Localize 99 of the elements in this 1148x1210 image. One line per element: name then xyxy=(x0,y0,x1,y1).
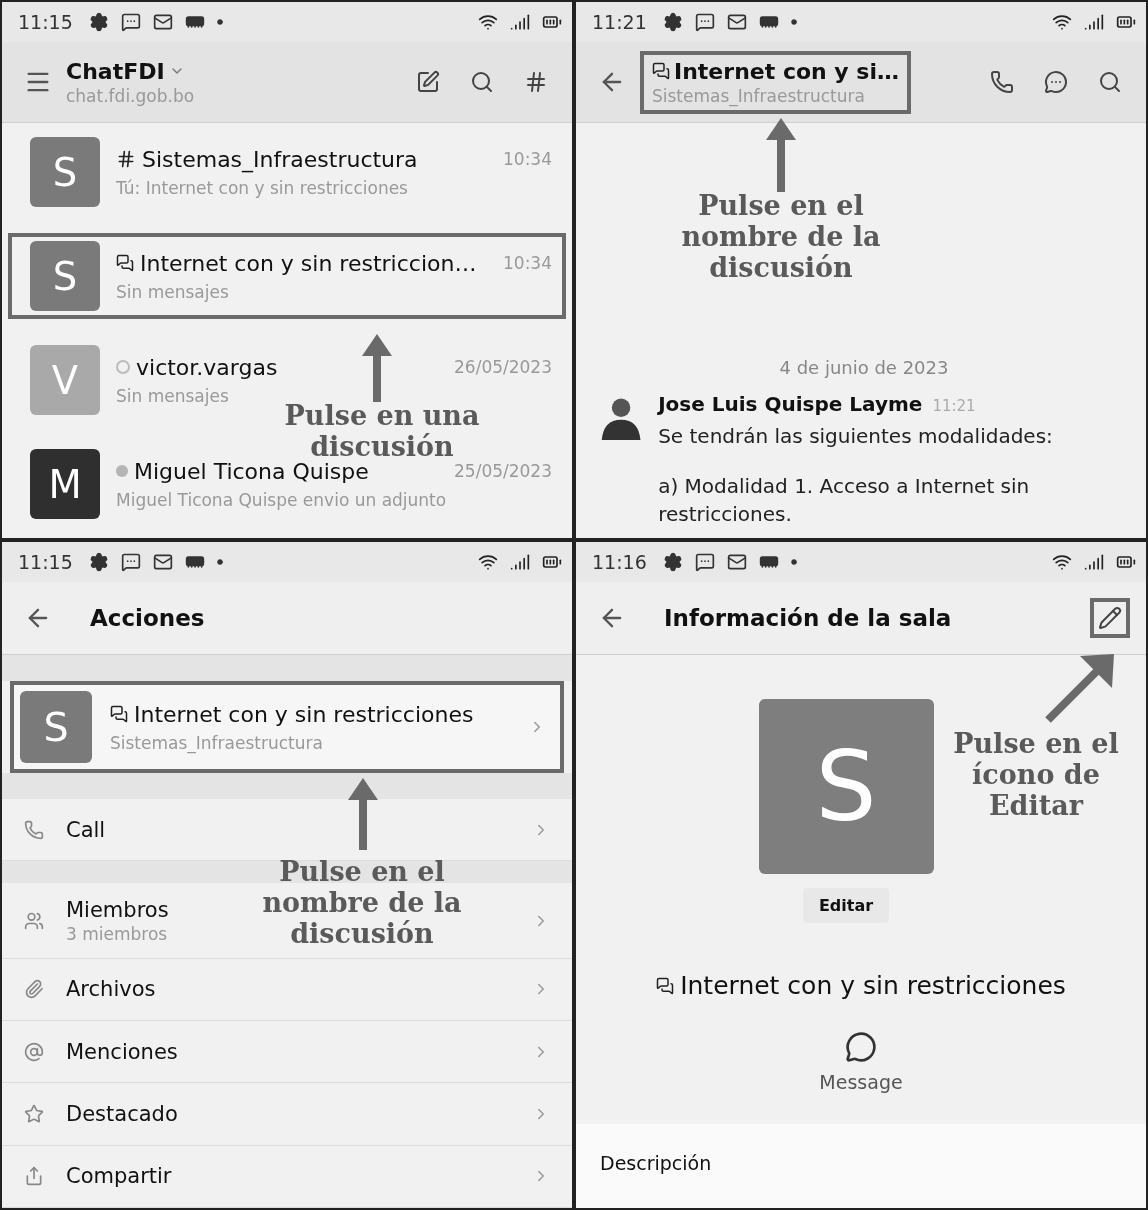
chat-bubble-icon xyxy=(694,552,715,572)
workspace-name[interactable]: ChatFDI xyxy=(66,58,165,84)
dot-icon xyxy=(216,19,223,25)
room-preview: Sin mensajes xyxy=(116,385,229,406)
mail-icon xyxy=(152,12,173,32)
status-dot-icon xyxy=(116,465,128,477)
signal-icon xyxy=(1084,552,1104,572)
screen-title: Información de la sala xyxy=(664,605,952,631)
gear-icon xyxy=(88,12,109,32)
share-icon xyxy=(24,1166,44,1187)
annotation-text: Pulse en el ícono de Editar xyxy=(952,728,1120,822)
people-icon xyxy=(24,910,44,931)
chat-bubble-icon xyxy=(120,552,141,572)
wifi-icon xyxy=(478,12,498,32)
room-time: 10:34 xyxy=(503,253,552,273)
chat-bubble-icon xyxy=(694,12,715,32)
mail-icon xyxy=(152,552,173,572)
speech-bubble-icon xyxy=(845,1031,877,1063)
message-text: Se tendrán las siguientes modalidades: xyxy=(658,423,1054,450)
search-icon xyxy=(470,70,494,94)
room-name: Internet con y sin restriccion… xyxy=(140,250,477,276)
mail-icon xyxy=(726,12,747,32)
room-time: 25/05/2023 xyxy=(454,461,552,481)
room-avatar: M xyxy=(30,449,100,519)
action-detail: 3 miembros xyxy=(66,923,168,944)
message-author: Jose Luis Quispe Layme xyxy=(658,392,923,416)
speech-bubble-icon xyxy=(1044,70,1068,94)
at-sign-icon xyxy=(24,1041,44,1062)
wifi-icon xyxy=(1052,12,1072,32)
room-subtitle: Sistemas_Infraestructura xyxy=(652,85,866,106)
paperclip-icon xyxy=(24,979,44,1000)
edit-avatar-button[interactable]: Editar xyxy=(802,888,890,923)
pointer-arrow xyxy=(348,778,378,850)
dot-icon xyxy=(790,559,797,565)
description-label: Descripción xyxy=(600,1152,712,1174)
discussion-icon xyxy=(116,254,134,272)
annotation-text: Pulse en el nombre de la discusión xyxy=(680,190,882,284)
pen-square-icon xyxy=(416,70,440,94)
discussion-title[interactable]: Internet con y si… Sistemas_Infraestructura xyxy=(640,50,911,114)
phone-icon xyxy=(990,70,1014,94)
annotation-text: Pulse en el nombre de la discusión xyxy=(261,856,463,950)
room-avatar: S xyxy=(30,241,100,311)
signal-icon xyxy=(510,12,530,32)
status-ring-icon xyxy=(116,360,130,374)
action-label[interactable]: Menciones xyxy=(66,1039,178,1064)
status-time: 11:16 xyxy=(592,551,647,573)
discussion-icon xyxy=(656,976,675,995)
date-separator: 4 de junio de 2023 xyxy=(779,357,949,378)
action-label[interactable]: Archivos xyxy=(66,977,156,1002)
server-address: chat.fdi.gob.bo xyxy=(66,85,195,106)
room-name: Internet con y sin restricciones xyxy=(680,971,1066,1000)
room-title: Internet con y si… xyxy=(674,58,899,84)
action-label[interactable]: Miembros xyxy=(66,897,169,922)
dot-icon xyxy=(790,19,797,25)
wifi-icon xyxy=(478,552,498,572)
gear-icon xyxy=(662,12,683,32)
room-name: victor.vargas xyxy=(136,354,278,380)
hash-icon xyxy=(524,70,548,94)
room-card[interactable]: S Internet con y sin restricciones Sistemas_Infraestructura xyxy=(10,681,564,773)
message-time: 11:21 xyxy=(932,397,976,415)
room-avatar: V xyxy=(30,345,100,415)
signal-icon xyxy=(510,552,530,572)
pointer-arrow xyxy=(362,334,392,402)
discussion-icon xyxy=(110,705,128,723)
room-name: Internet con y sin restricciones xyxy=(134,701,474,727)
chat-bubble-icon xyxy=(120,12,141,32)
screen-title: Acciones xyxy=(90,605,205,631)
room-avatar: S xyxy=(758,699,934,874)
star-icon xyxy=(24,1104,44,1124)
room-preview: Sin mensajes xyxy=(116,281,229,302)
edit-button[interactable] xyxy=(1090,598,1130,638)
gear-icon xyxy=(88,552,109,572)
room-avatar: S xyxy=(20,691,92,763)
room-avatar: S xyxy=(30,137,100,207)
status-time: 11:15 xyxy=(18,11,73,33)
discussion-icon xyxy=(652,62,670,80)
room-preview: Tú: Internet con y sin restricciones xyxy=(116,177,408,198)
phone-icon xyxy=(24,819,44,840)
action-label[interactable]: Call xyxy=(66,817,106,842)
mail-icon xyxy=(726,552,747,572)
search-icon xyxy=(1098,70,1122,94)
gear-icon xyxy=(662,552,683,572)
dot-icon xyxy=(216,559,223,565)
room-parent: Sistemas_Infraestructura xyxy=(110,732,323,753)
action-label[interactable]: Compartir xyxy=(66,1164,172,1189)
room-name: Sistemas_Infraestructura xyxy=(142,146,418,172)
room-preview: Miguel Ticona Quispe envio un adjunto xyxy=(116,489,447,510)
signal-icon xyxy=(1084,12,1104,32)
action-label[interactable]: Destacado xyxy=(66,1102,178,1126)
status-time: 11:21 xyxy=(592,11,647,33)
message-button[interactable]: Message xyxy=(813,1030,909,1094)
room-time: 10:34 xyxy=(503,149,552,169)
highlight-frame[interactable]: S Internet con y sin restriccion… 10:34 Sin mensajes xyxy=(8,233,566,319)
status-time: 11:15 xyxy=(18,551,73,573)
wifi-icon xyxy=(1052,552,1072,572)
hash-icon xyxy=(116,149,136,169)
room-time: 26/05/2023 xyxy=(454,357,552,377)
message-text: a) Modalidad 1. Acceso a Internet sin restricciones. xyxy=(658,473,1031,528)
pencil-icon xyxy=(1098,606,1122,630)
